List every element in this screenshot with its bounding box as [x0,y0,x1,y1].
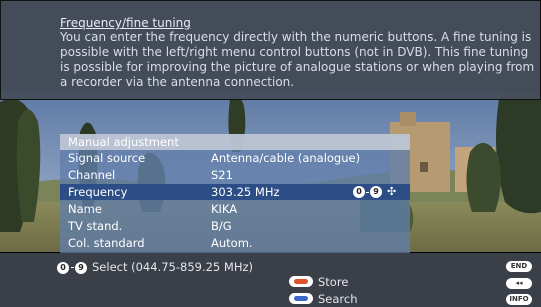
digit-9-icon: 9 [75,261,87,274]
row-label: Col. standard [68,236,145,250]
red-button-icon [289,276,313,287]
digit-0-icon: 0 [57,261,69,274]
search-label: Search [318,291,358,306]
row-value: 303.25 MHz [211,185,280,199]
digit-0-icon: 0 [353,186,365,198]
menu-row-frequency[interactable]: Frequency 303.25 MHz 0 9 ✣ [60,184,410,200]
navigation-cross-icon: ✣ [387,185,397,198]
row-value: Autom. [211,236,253,250]
help-title: Frequency/fine tuning [60,16,191,30]
digit-9-icon: 9 [370,186,382,198]
row-label: Name [68,202,102,216]
row-value: Antenna/cable (analogue) [211,151,361,165]
row-value: B/G [211,219,232,233]
row-label: Frequency [68,185,128,199]
button-legend-bar: 0 9 Select (044.75-859.25 MHz) Store Searc… [0,253,541,307]
store-label: Store [318,274,349,289]
menu-row-signal-source[interactable]: Signal source Antenna/cable (analogue) [60,150,410,166]
manual-adjustment-menu: Manual adjustment Signal source Antenna/… [60,134,410,253]
help-panel: Frequency/fine tuning You can enter the … [0,0,541,100]
menu-row-colour-standard[interactable]: Col. standard Autom. [60,235,410,251]
menu-row-channel[interactable]: Channel S21 [60,167,410,183]
end-button[interactable]: END [506,261,532,272]
row-label: Signal source [68,151,146,165]
menu-row-tv-standard[interactable]: TV stand. B/G [60,218,410,234]
row-value: S21 [211,168,233,182]
help-text: You can enter the frequency directly wit… [60,30,535,89]
info-button[interactable]: INFO [506,294,532,305]
select-hint-text: Select (044.75-859.25 MHz) [92,260,253,274]
menu-row-name[interactable]: Name KIKA [60,201,410,217]
row-label: Channel [68,168,116,182]
blue-button-icon [289,293,313,304]
row-label: TV stand. [68,219,123,233]
tv-screen: Frequency/fine tuning You can enter the … [0,0,541,307]
select-hint: 0 9 Select (044.75-859.25 MHz) [57,260,253,274]
store-button[interactable]: Store [289,274,349,289]
numeric-entry-hint: 0 9 ✣ [353,186,396,198]
row-value: KIKA [211,202,238,216]
rewind-button[interactable]: ◂◂ [506,278,532,289]
menu-header: Manual adjustment [60,134,410,150]
search-button[interactable]: Search [289,291,358,306]
